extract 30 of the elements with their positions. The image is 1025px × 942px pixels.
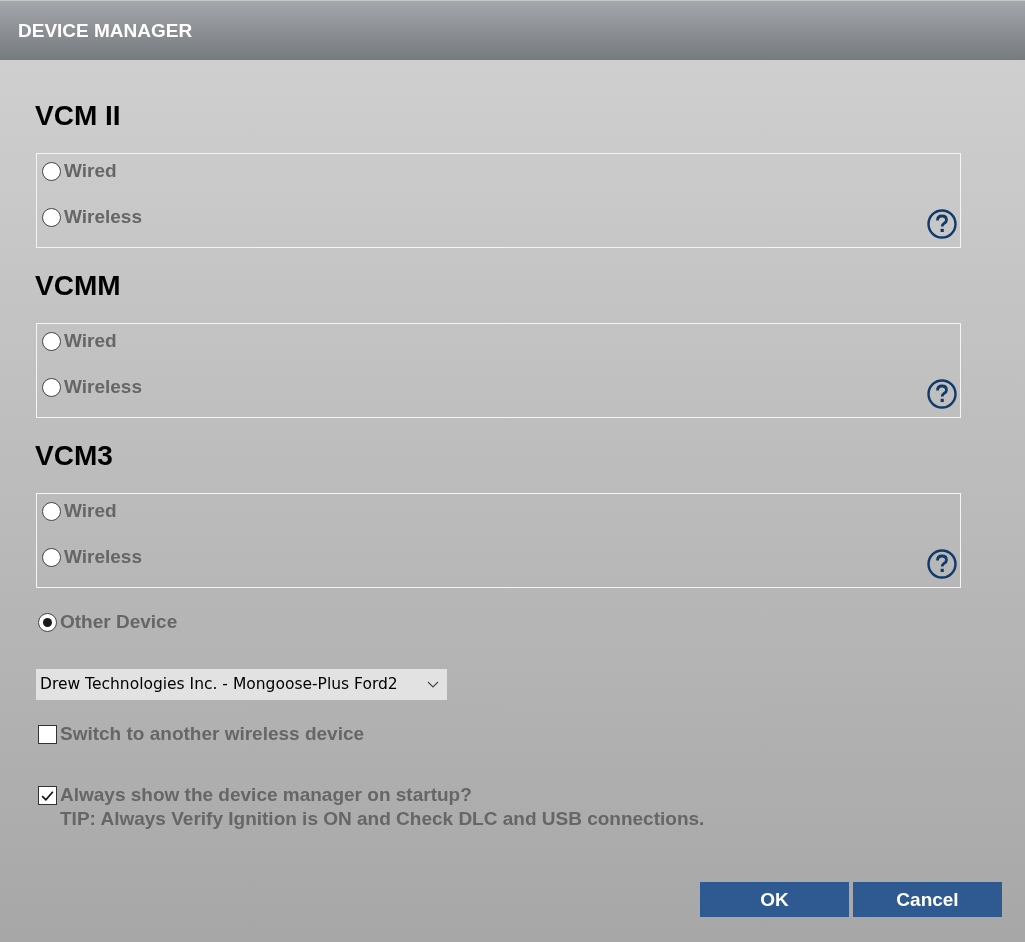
section-heading: VCM II xyxy=(35,100,121,132)
help-icon[interactable] xyxy=(927,379,957,409)
radio-option[interactable]: Wireless xyxy=(42,545,142,569)
checkbox-option[interactable]: Always show the device manager on startup? xyxy=(35,783,472,807)
chevron-down-icon xyxy=(427,681,439,688)
radio-button[interactable] xyxy=(42,331,61,351)
radio-option[interactable]: Wired xyxy=(42,329,142,353)
radio-button[interactable] xyxy=(38,612,57,632)
radio-option[interactable]: Wired xyxy=(42,159,142,183)
radio-button[interactable] xyxy=(42,501,61,521)
checkbox-option[interactable]: Switch to another wireless device xyxy=(35,722,472,746)
radio-button[interactable] xyxy=(42,207,61,227)
section-heading: VCMM xyxy=(35,270,121,302)
radio-option[interactable]: Wireless xyxy=(42,205,142,229)
cancel-button[interactable]: Cancel xyxy=(853,882,1002,917)
checkbox[interactable] xyxy=(38,724,57,744)
radio-button[interactable] xyxy=(42,161,61,181)
radio-option[interactable]: Other Device xyxy=(38,610,178,634)
device-dropdown[interactable]: Drew Technologies Inc. - Mongoose-Plus Ford2 xyxy=(36,669,447,700)
checkbox[interactable] xyxy=(38,785,57,805)
radio-option[interactable]: Wired xyxy=(42,499,142,523)
help-icon[interactable] xyxy=(927,549,957,579)
window-title: DEVICE MANAGER xyxy=(18,18,193,43)
section-heading: VCM3 xyxy=(35,440,113,472)
help-icon[interactable] xyxy=(927,209,957,239)
radio-button[interactable] xyxy=(42,547,61,567)
radio-option[interactable]: Wireless xyxy=(42,375,142,399)
tip-text: TIP: Always Verify Ignition is ON and Check DLC and USB connections. xyxy=(60,807,705,831)
radio-button[interactable] xyxy=(42,377,61,397)
ok-button[interactable]: OK xyxy=(700,882,849,917)
